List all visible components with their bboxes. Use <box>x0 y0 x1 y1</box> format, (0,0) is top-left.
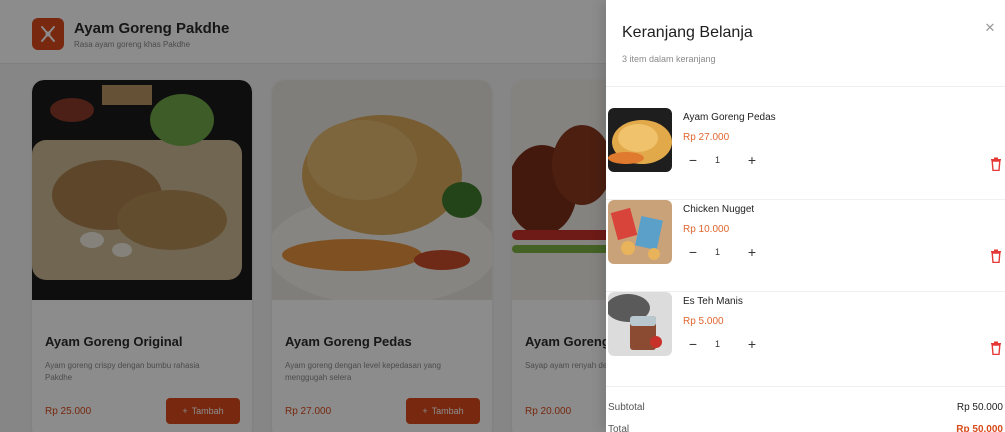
item-name: Es Teh Manis <box>683 296 743 307</box>
increase-quantity-button[interactable]: + <box>745 336 759 352</box>
cart-drawer: Keranjang Belanja 3 item dalam keranjang… <box>606 0 1005 432</box>
item-price: Rp 10.000 <box>683 224 730 235</box>
item-name: Ayam Goreng Pedas <box>683 112 776 123</box>
cart-item-count: 3 item dalam keranjang <box>622 54 716 64</box>
item-quantity: 1 <box>715 247 721 257</box>
trash-icon[interactable] <box>990 157 1002 171</box>
increase-quantity-button[interactable]: + <box>745 244 759 260</box>
total-value: Rp 50.000 <box>956 424 1003 432</box>
increase-quantity-button[interactable]: + <box>745 152 759 168</box>
trash-icon[interactable] <box>990 249 1002 263</box>
trash-icon[interactable] <box>990 341 1002 355</box>
item-price: Rp 5.000 <box>683 316 724 327</box>
item-image <box>608 200 672 264</box>
close-icon[interactable]: ✕ <box>982 20 998 36</box>
item-image <box>608 292 672 356</box>
subtotal-label: Subtotal <box>608 402 645 413</box>
cart-item: Ayam Goreng Pedas Rp 27.000 − 1 + <box>606 108 1005 200</box>
cart-item: Es Teh Manis Rp 5.000 − 1 + <box>606 292 1005 384</box>
subtotal-value: Rp 50.000 <box>956 402 1003 413</box>
item-quantity: 1 <box>715 339 721 349</box>
item-name: Chicken Nugget <box>683 204 755 215</box>
divider <box>606 86 1005 87</box>
divider <box>606 386 1005 387</box>
cart-item: Chicken Nugget Rp 10.000 − 1 + <box>606 200 1005 292</box>
total-label: Total <box>608 424 630 432</box>
decrease-quantity-button[interactable]: − <box>686 152 700 168</box>
cart-title: Keranjang Belanja <box>622 24 753 41</box>
decrease-quantity-button[interactable]: − <box>686 244 700 260</box>
item-image <box>608 108 672 172</box>
decrease-quantity-button[interactable]: − <box>686 336 700 352</box>
item-price: Rp 27.000 <box>683 132 730 143</box>
item-quantity: 1 <box>715 155 721 165</box>
